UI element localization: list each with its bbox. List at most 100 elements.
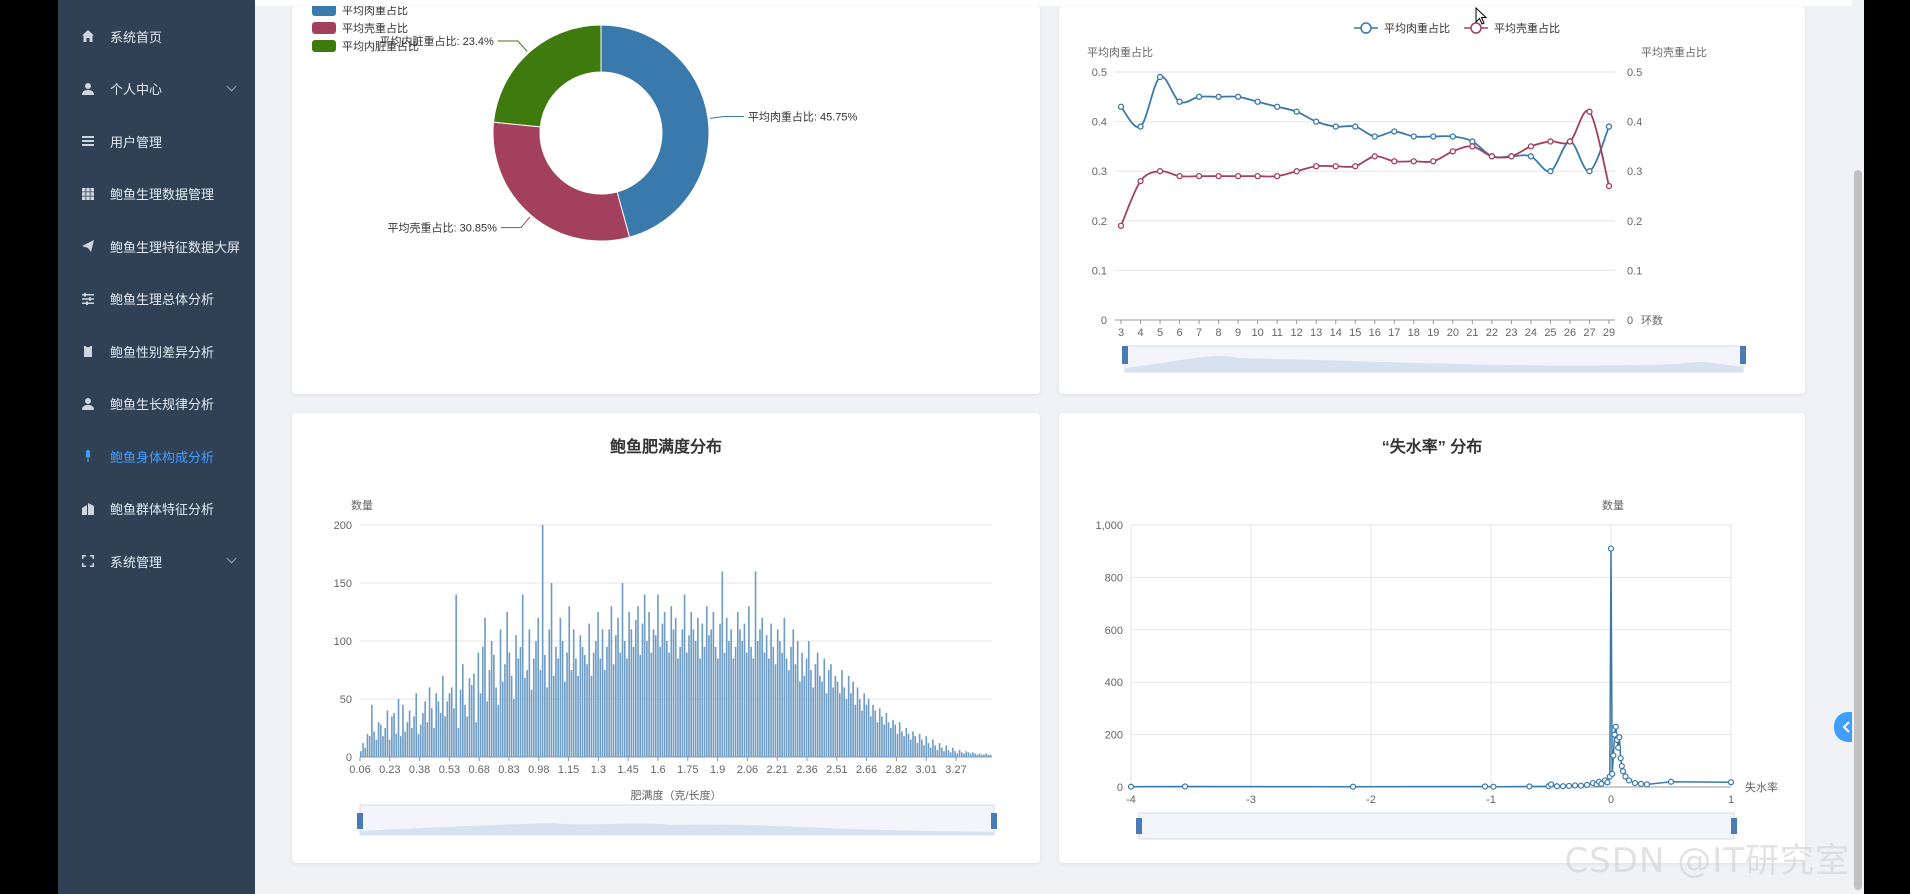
- histogram-bar: [524, 678, 526, 757]
- histogram-bar: [479, 693, 482, 757]
- sidebar-item-1[interactable]: 个人中心: [58, 63, 255, 115]
- sidebar-item-6[interactable]: 鲍鱼性别差异分析: [58, 325, 255, 377]
- histogram-bar: [685, 652, 688, 757]
- sidebar-item-label: 个人中心: [110, 83, 163, 98]
- x-tick-label: 18: [1408, 327, 1420, 339]
- histogram-bar: [765, 635, 768, 757]
- histogram-bar: [453, 708, 455, 757]
- series-point: [1176, 173, 1183, 180]
- histogram-bar: [705, 606, 708, 757]
- histogram-bar: [870, 716, 872, 757]
- x-tick-label: 0.23: [379, 764, 400, 776]
- scatter-point: [1481, 783, 1489, 790]
- chevron-down-icon[interactable]: [226, 81, 237, 91]
- sidebar-item-label: 鲍鱼生理总体分析: [110, 293, 215, 308]
- chevron-down-icon[interactable]: [226, 553, 237, 564]
- x-tick-label: 2.51: [826, 764, 847, 776]
- y-tick-label: 50: [340, 694, 352, 706]
- histogram-bar: [889, 728, 892, 757]
- histogram-bar: [570, 670, 573, 757]
- histogram-bar: [799, 681, 801, 757]
- sidebar-item-7[interactable]: 鲍鱼生长规律分析: [58, 378, 255, 430]
- histogram-bar: [462, 664, 464, 757]
- histogram-bar: [652, 629, 655, 757]
- y-tick-label-right: 0.5: [1627, 67, 1642, 79]
- histogram-bar: [750, 646, 752, 757]
- histogram-bar: [623, 641, 626, 757]
- histogram-bar: [459, 689, 462, 757]
- sidebar-item-9[interactable]: 鲍鱼群体特征分析: [58, 483, 255, 535]
- x-tick-label: 11: [1271, 327, 1282, 339]
- histogram-bar: [674, 617, 677, 757]
- sidebar-item-8[interactable]: 鲍鱼身体构成分析: [58, 430, 255, 482]
- histogram-bar: [814, 664, 817, 757]
- histogram-bar: [603, 670, 606, 757]
- histogram-bar: [850, 693, 852, 757]
- y-tick-label-right: 0: [1627, 315, 1633, 327]
- sidebar-item-2[interactable]: 用户管理: [58, 115, 255, 167]
- histogram-bar: [878, 708, 881, 757]
- zoom-handle-right: [1740, 346, 1746, 364]
- zoom-handle-left: [357, 813, 363, 829]
- sidebar-item-0[interactable]: 系统首页: [58, 10, 255, 62]
- histogram-bar: [883, 724, 885, 757]
- series-point: [1547, 138, 1554, 145]
- histogram-bar: [495, 687, 497, 757]
- histogram-bar: [838, 693, 841, 757]
- histogram-bar: [610, 606, 613, 757]
- histogram-bar: [572, 629, 575, 757]
- series-point: [1293, 168, 1300, 175]
- series-point: [1352, 163, 1359, 170]
- histogram-bar: [548, 629, 551, 757]
- histogram-bar: [734, 646, 737, 757]
- x-tick-label: -2: [1366, 794, 1376, 806]
- histogram-bar: [595, 641, 597, 757]
- histogram-bar: [787, 670, 790, 757]
- x-tick-label: -3: [1246, 794, 1256, 806]
- sidebar-item-3[interactable]: 鲍鱼生理数据管理: [58, 168, 255, 220]
- histogram-bar: [728, 641, 730, 757]
- series-point: [1117, 103, 1125, 110]
- histogram-bar: [845, 699, 848, 757]
- histogram-bar: [535, 641, 537, 757]
- page-scrollbar[interactable]: [1852, 0, 1864, 894]
- pie-label-line: [500, 216, 531, 229]
- histogram-bar: [954, 751, 956, 757]
- histogram-bar: [776, 629, 779, 757]
- histogram-bar: [634, 620, 637, 757]
- histogram-bar: [801, 652, 803, 757]
- histogram-bar: [745, 652, 748, 757]
- legend-swatch: [312, 22, 336, 34]
- main-content: 平均肉重占比 平均壳重占比 平均内脏重占比 平均肉重占比: 45.75% 平均壳重占比:…: [255, 0, 1860, 894]
- histogram-bar: [435, 693, 438, 757]
- histogram-bar: [488, 670, 491, 757]
- pie-chart: 平均肉重占比平均壳重占比平均内脏重占比平均肉重占比: 45.75%平均壳重占比:…: [312, 3, 858, 242]
- sidebar-item-5[interactable]: 鲍鱼生理总体分析: [58, 273, 255, 325]
- histogram-bar: [568, 606, 571, 757]
- series-point: [1254, 173, 1261, 180]
- histogram-bar: [785, 658, 788, 757]
- histogram-bar: [379, 724, 382, 757]
- line-chart-card: 平均肉重占比 平均壳重占比 平均肉重占比 平均壳重占比 0 0 0.1 0.1 0.2 0.2 0.…: [1059, 6, 1805, 394]
- grid-icon: [80, 186, 96, 202]
- scrollbar-thumb[interactable]: [1854, 170, 1862, 890]
- series-point: [1605, 182, 1613, 190]
- legend-swatch: [312, 40, 336, 52]
- series-point: [1117, 222, 1125, 229]
- sidebar-item-4[interactable]: 鲍鱼生理特征数据大屏: [58, 220, 255, 272]
- x-tick-label: 1.15: [558, 764, 579, 776]
- histogram-bar: [714, 646, 717, 757]
- pie-label-line: [709, 115, 744, 119]
- histogram-bar: [827, 670, 830, 757]
- x-tick-label: 2.66: [856, 764, 877, 776]
- histogram-bar: [532, 658, 535, 757]
- histogram-bar: [612, 664, 615, 757]
- histogram-bar: [987, 754, 990, 757]
- histogram-bar: [386, 710, 389, 757]
- histogram-bar: [493, 654, 495, 757]
- sidebar-item-10[interactable]: 系统管理: [58, 535, 255, 587]
- histogram-bar: [448, 693, 451, 757]
- histogram-bar: [736, 612, 739, 757]
- histogram-bar: [486, 701, 489, 757]
- pie-slice-label: 平均壳重占比: 30.85%: [387, 221, 497, 235]
